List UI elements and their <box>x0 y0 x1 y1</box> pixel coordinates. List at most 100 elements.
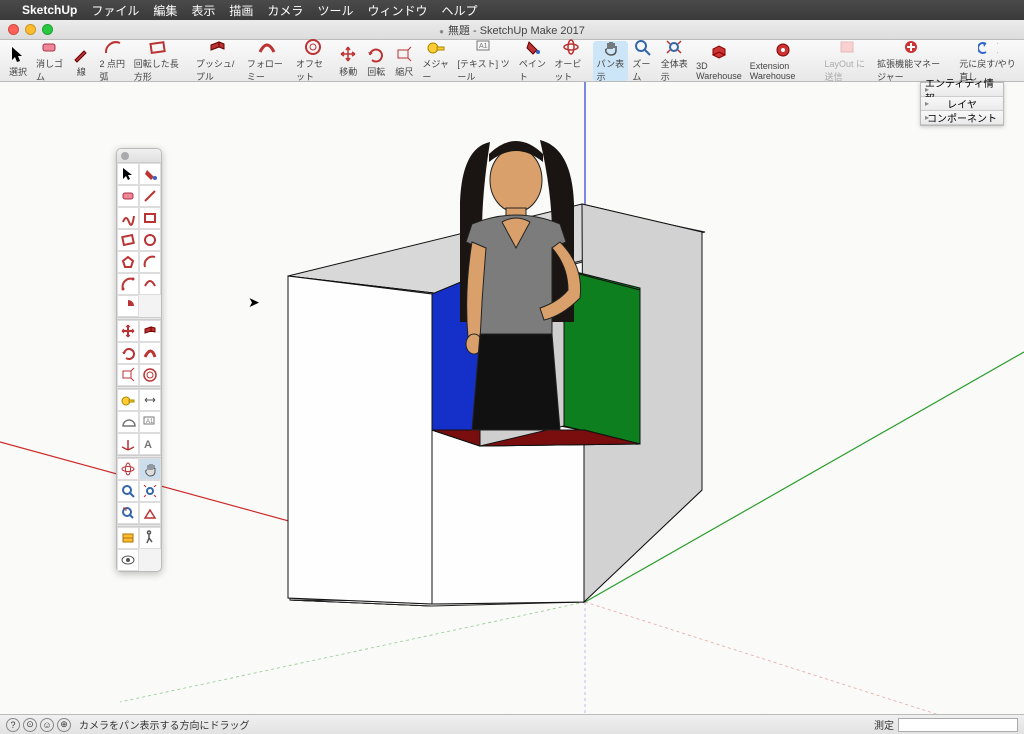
status-login-icon[interactable]: ☺ <box>40 718 54 732</box>
toolbar-pan-button[interactable]: パン表示 <box>593 41 629 81</box>
toolbar-label: 消しゴム <box>36 57 63 83</box>
toolbar-eraser-button[interactable]: 消しゴム <box>32 41 67 81</box>
palette-text-button[interactable]: A1 <box>139 411 161 433</box>
palette-look-button[interactable] <box>117 549 139 571</box>
toolbar-label: ズーム <box>632 57 652 83</box>
toolbar-layout-button[interactable]: LayOut に送信 <box>821 41 874 81</box>
large-toolset-palette[interactable]: A1A <box>116 148 162 572</box>
status-geo-icon[interactable]: ? <box>6 718 20 732</box>
3dw-icon <box>709 41 729 60</box>
toolbar-select-button[interactable]: 選択 <box>4 41 32 81</box>
toolbar-line-button[interactable]: 線 <box>67 41 95 81</box>
toolbar-arc-button[interactable]: 2 点円弧 <box>95 41 129 81</box>
palette-followme-button[interactable] <box>139 342 161 364</box>
palette-protractor-button[interactable] <box>117 411 139 433</box>
palette-titlebar[interactable] <box>117 149 161 163</box>
menu-window[interactable]: ウィンドウ <box>367 2 427 19</box>
palette-pushpull-button[interactable] <box>139 320 161 342</box>
svg-text:A1: A1 <box>479 43 488 50</box>
toolbar-label: LayOut に送信 <box>825 57 870 83</box>
palette-move-button[interactable] <box>117 320 139 342</box>
toolbar-rotate-button[interactable]: 回転 <box>362 41 390 81</box>
palette-freehand-button[interactable] <box>117 207 139 229</box>
palette-section-button[interactable] <box>117 527 139 549</box>
tray-components[interactable]: ▸コンポーネント <box>921 111 1003 125</box>
toolbar-label: Extension Warehouse <box>750 61 817 81</box>
menu-help[interactable]: ヘルプ <box>441 2 477 19</box>
toolbar-scale-button[interactable]: 縮尺 <box>390 41 418 81</box>
toolbar-label: メジャー <box>422 57 449 83</box>
move-icon <box>338 44 358 64</box>
tray-entity-info[interactable]: ▸エンティティ情報 <box>921 83 1003 97</box>
rect-icon <box>148 38 168 56</box>
measurement-label: 測定 <box>874 717 894 732</box>
palette-line-button[interactable] <box>139 185 161 207</box>
menu-draw[interactable]: 描画 <box>229 2 253 19</box>
palette-circle-button[interactable] <box>139 229 161 251</box>
palette-close-icon[interactable] <box>121 152 129 160</box>
eraser-icon <box>40 38 60 56</box>
toolbar-zoom-button[interactable]: ズーム <box>628 41 656 81</box>
palette-arc-button[interactable] <box>139 251 161 273</box>
palette-rotrect-button[interactable] <box>117 229 139 251</box>
toolbar-tape-button[interactable]: メジャー <box>418 41 453 81</box>
measurement-input[interactable] <box>898 718 1018 732</box>
palette-rect-button[interactable] <box>139 207 161 229</box>
menu-file[interactable]: ファイル <box>91 2 139 19</box>
default-tray[interactable]: ▸エンティティ情報 ▸レイヤ ▸コンポーネント <box>920 82 1004 126</box>
window-title: 無題 - SketchUp Make 2017 <box>0 22 1024 38</box>
toolbar-offset-button[interactable]: オフセット <box>292 41 334 81</box>
palette-walk-button[interactable] <box>139 527 161 549</box>
palette-3arc-button[interactable] <box>139 273 161 295</box>
toolbar-ew-button[interactable]: Extension Warehouse <box>746 41 821 81</box>
palette-zoom-button[interactable] <box>117 480 139 502</box>
palette-pie-button[interactable] <box>117 295 139 317</box>
text-icon: A1 <box>474 38 494 56</box>
palette-axes-button[interactable] <box>117 433 139 455</box>
palette-3dtext-button[interactable]: A <box>139 433 161 455</box>
toolbar-label: 縮尺 <box>395 65 413 78</box>
toolbar-rect-button[interactable]: 回転した長方形 <box>130 41 186 81</box>
app-menu[interactable]: SketchUp <box>22 3 77 17</box>
undo-icon <box>978 38 998 56</box>
toolbar-3dw-button[interactable]: 3D Warehouse <box>692 41 745 81</box>
toolbar-move-button[interactable]: 移動 <box>334 41 362 81</box>
palette-extents-button[interactable] <box>139 480 161 502</box>
rotate-icon <box>366 44 386 64</box>
menu-tools[interactable]: ツール <box>317 2 353 19</box>
palette-offset-button[interactable] <box>139 364 161 386</box>
menu-view[interactable]: 表示 <box>191 2 215 19</box>
palette-pan-button[interactable] <box>139 458 161 480</box>
palette-polygon-button[interactable] <box>117 251 139 273</box>
palette-select-button[interactable] <box>117 163 139 185</box>
toolbar-label: オフセット <box>296 57 330 83</box>
toolbar-label: 2 点円弧 <box>99 57 125 83</box>
tray-layers[interactable]: ▸レイヤ <box>921 97 1003 111</box>
tape-icon <box>426 38 446 56</box>
toolbar-text-button[interactable]: A1[テキスト] ツール <box>453 41 515 81</box>
toolbar-pushpull-button[interactable]: プッシュ/プル <box>192 41 243 81</box>
palette-paint-button[interactable] <box>139 163 161 185</box>
palette-scale-button[interactable] <box>117 364 139 386</box>
toolbar-paint-button[interactable]: ペイント <box>515 41 550 81</box>
menu-camera[interactable]: カメラ <box>267 2 303 19</box>
palette-2arc-button[interactable] <box>117 273 139 295</box>
palette-position-button[interactable] <box>139 502 161 524</box>
status-geoloc-icon[interactable]: ⊕ <box>57 718 71 732</box>
toolbar-label: ペイント <box>519 57 546 83</box>
menu-edit[interactable]: 編集 <box>153 2 177 19</box>
palette-tape-button[interactable] <box>117 389 139 411</box>
toolbar-zoomext-button[interactable]: 全体表示 <box>657 41 692 81</box>
palette-orbit-button[interactable] <box>117 458 139 480</box>
window-title-bar: 無題 - SketchUp Make 2017 <box>0 20 1024 40</box>
toolbar-label: 回転 <box>367 65 385 78</box>
palette-rotate-button[interactable] <box>117 342 139 364</box>
palette-dim-button[interactable] <box>139 389 161 411</box>
toolbar-orbit-button[interactable]: オービット <box>550 41 592 81</box>
palette-eraser-button[interactable] <box>117 185 139 207</box>
toolbar-followme-button[interactable]: フォローミー <box>243 41 292 81</box>
palette-prev-button[interactable] <box>117 502 139 524</box>
status-credits-icon[interactable]: ⊙ <box>23 718 37 732</box>
cursor-icon <box>8 44 28 64</box>
toolbar-label: フォローミー <box>247 57 288 83</box>
